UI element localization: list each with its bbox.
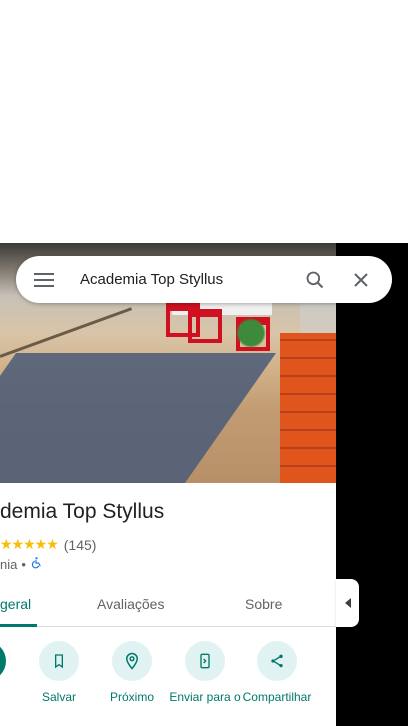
save-button[interactable]: Salvar xyxy=(19,641,99,704)
share-label: Compartilhar xyxy=(242,690,312,704)
menu-icon[interactable] xyxy=(16,256,72,303)
collapse-panel-button[interactable] xyxy=(336,579,359,627)
tab-reviews[interactable]: Avaliações xyxy=(97,596,164,612)
chevron-left-icon xyxy=(344,598,351,608)
rating-stars: ★★★★★ xyxy=(0,536,59,552)
directions-icon xyxy=(0,641,6,681)
photo-floor-line xyxy=(0,307,133,358)
share-icon xyxy=(257,641,297,681)
search-bar[interactable]: Academia Top Styllus xyxy=(16,256,392,303)
blank-area xyxy=(0,0,408,243)
photo-chair xyxy=(188,309,222,343)
share-button[interactable]: Compartilhar xyxy=(237,641,317,704)
search-icon[interactable] xyxy=(292,256,338,303)
bookmark-icon xyxy=(39,641,79,681)
rating-row[interactable]: ★★★★★ (145) xyxy=(0,536,96,553)
tab-overview[interactable]: geral xyxy=(0,596,31,612)
nearby-button[interactable]: Próximo xyxy=(92,641,172,704)
action-buttons: s Salvar Próximo Enviar para o xyxy=(0,641,336,726)
separator-dot: • xyxy=(21,556,26,572)
photo-plant xyxy=(236,313,266,353)
map-background xyxy=(336,243,408,726)
place-panel: demia Top Styllus ★★★★★ (145) nia • gera… xyxy=(0,243,336,726)
active-tab-indicator xyxy=(0,624,37,627)
maps-screen: demia Top Styllus ★★★★★ (145) nia • gera… xyxy=(0,0,408,726)
nearby-label: Próximo xyxy=(109,690,154,704)
category-row: nia • xyxy=(0,556,43,572)
close-icon[interactable] xyxy=(338,256,384,303)
photo-bricks xyxy=(280,333,336,483)
send-to-phone-button[interactable]: Enviar para o xyxy=(165,641,245,704)
place-title: demia Top Styllus xyxy=(0,500,165,523)
save-label: Salvar xyxy=(41,690,76,704)
review-count[interactable]: (145) xyxy=(64,537,97,553)
place-tabs: geral Avaliações Sobre xyxy=(0,585,336,627)
wheelchair-icon xyxy=(30,556,43,572)
photo-shadow xyxy=(0,353,277,483)
search-input[interactable]: Academia Top Styllus xyxy=(72,271,292,288)
send-to-phone-icon xyxy=(185,641,225,681)
nearby-icon xyxy=(112,641,152,681)
send-to-phone-label: Enviar para o xyxy=(169,690,241,704)
category-label[interactable]: nia xyxy=(0,557,17,572)
tab-about[interactable]: Sobre xyxy=(245,596,282,612)
